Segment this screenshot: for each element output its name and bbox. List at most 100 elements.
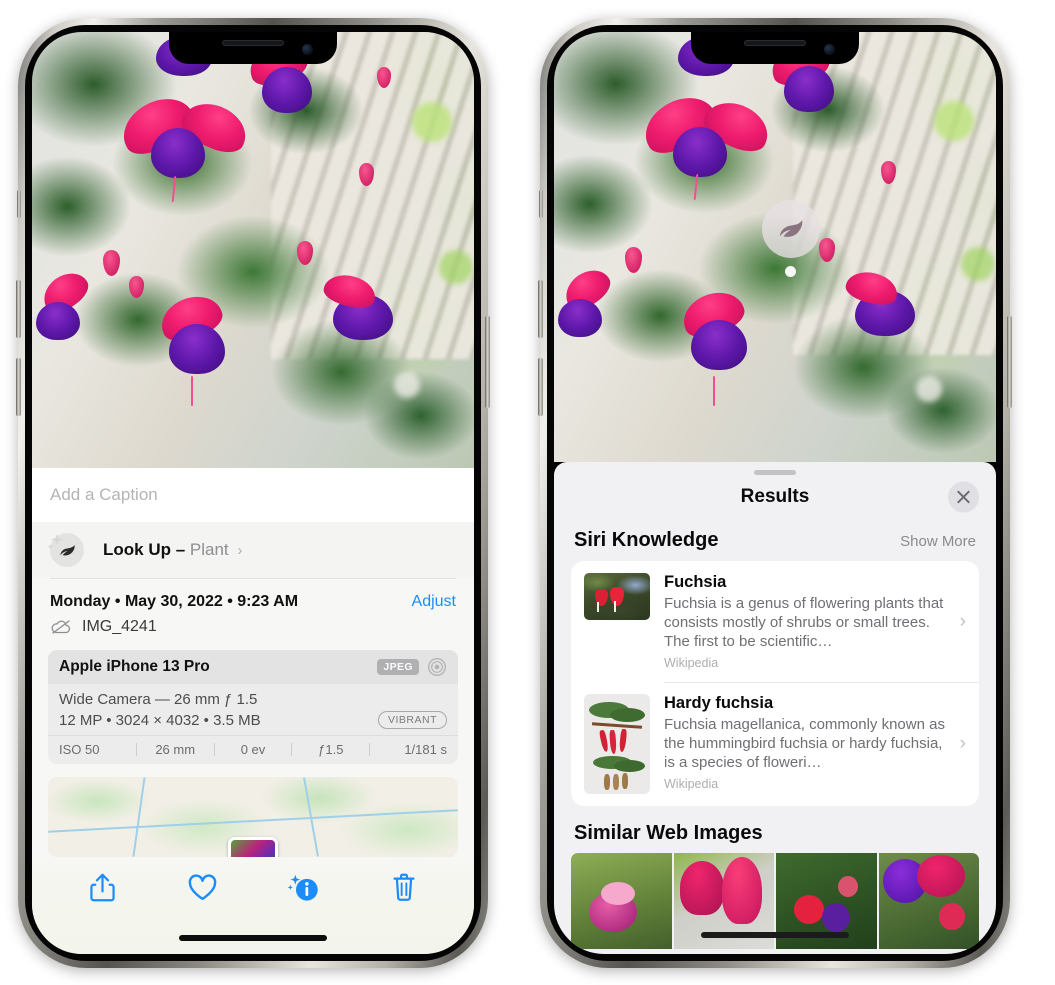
similar-images-title: Similar Web Images [574, 822, 763, 845]
stat-focal: 26 mm [155, 742, 196, 757]
location-map[interactable] [48, 777, 458, 857]
similar-image-thumb[interactable] [878, 853, 979, 950]
photo-viewer-right[interactable] [554, 32, 996, 462]
stat-ev: 0 ev [240, 742, 266, 757]
knowledge-source: Wikipedia [664, 777, 719, 792]
photo-info-sheet: Add a Caption Look Up – Plant › Monday •… [32, 468, 474, 954]
close-icon [957, 490, 970, 504]
stat-iso: ISO 50 [59, 742, 100, 757]
front-camera [302, 44, 313, 55]
size-line: 12 MP • 3024 × 4032 • 3.5 MB [59, 711, 261, 729]
results-header: Results [554, 475, 996, 519]
look-up-row[interactable]: Look Up – Plant › [32, 522, 474, 578]
look-up-subject: Plant [189, 540, 229, 559]
knowledge-text: Fuchsia Fuchsia is a genus of flowering … [650, 573, 958, 670]
chevron-right-icon: › [237, 542, 243, 559]
bokeh [412, 101, 453, 142]
similar-image-thumb[interactable] [571, 853, 672, 950]
photo-toolbar [32, 858, 474, 954]
chevron-right-icon: › [959, 610, 966, 632]
visual-lookup-dot [785, 266, 796, 277]
caption-input[interactable]: Add a Caption [32, 468, 474, 522]
earpiece-speaker [744, 40, 806, 46]
results-sheet: Results Siri Knowledge Show More Fuchsia… [554, 462, 996, 954]
map-road [48, 809, 458, 833]
camera-info-card[interactable]: Apple iPhone 13 Pro JPEG Wide Camera — 2… [48, 650, 458, 764]
iphone-right: Results Siri Knowledge Show More Fuchsia… [538, 18, 1012, 968]
chevron-right-icon: › [959, 733, 966, 755]
photo-date: Monday • May 30, 2022 • 9:23 AM [50, 593, 299, 610]
knowledge-source: Wikipedia [664, 656, 719, 671]
bokeh [934, 100, 975, 141]
flower-core [691, 320, 748, 371]
knowledge-item-fuchsia[interactable]: Fuchsia Fuchsia is a genus of flowering … [571, 561, 979, 682]
knowledge-item-hardy-fuchsia[interactable]: Hardy fuchsia Fuchsia magellanica, commo… [571, 682, 979, 806]
adjust-button[interactable]: Adjust [412, 593, 456, 611]
power-button-right[interactable] [1007, 316, 1012, 408]
home-indicator[interactable] [701, 932, 849, 938]
flower-core [151, 127, 206, 178]
notch-right [691, 32, 859, 64]
volume-down-button-left[interactable] [16, 358, 21, 416]
stat-shutter: 1/181 s [404, 742, 447, 757]
screen-left: Add a Caption Look Up – Plant › Monday •… [32, 32, 474, 954]
heart-icon[interactable] [187, 873, 218, 902]
siri-knowledge-title: Siri Knowledge [574, 529, 719, 551]
siri-knowledge-header: Siri Knowledge Show More [554, 519, 996, 561]
sparkles-icon [47, 534, 63, 550]
screen-right: Results Siri Knowledge Show More Fuchsia… [554, 32, 996, 954]
foliage [32, 32, 474, 468]
knowledge-description: Fuchsia magellanica, commonly known as t… [664, 716, 945, 772]
map-photo-pin [228, 837, 278, 857]
trash-icon[interactable] [391, 872, 417, 903]
home-indicator[interactable] [179, 935, 327, 941]
flower-bud [376, 66, 391, 88]
knowledge-text: Hardy fuchsia Fuchsia magellanica, commo… [650, 694, 958, 791]
info-sparkle-icon[interactable] [288, 873, 320, 903]
front-camera [824, 44, 835, 55]
lens-line: Wide Camera — 26 mm ƒ 1.5 [59, 691, 258, 708]
format-badge: JPEG [377, 659, 419, 675]
date-block: Monday • May 30, 2022 • 9:23 AM Adjust I… [32, 579, 474, 648]
mute-switch-left[interactable] [17, 190, 21, 218]
show-more-button[interactable]: Show More [900, 533, 976, 550]
flower-core [783, 66, 834, 113]
volume-up-button-left[interactable] [16, 280, 21, 338]
photo-viewer-left[interactable] [32, 32, 474, 468]
earpiece-speaker [222, 40, 284, 46]
icloud-slash-icon [51, 620, 71, 634]
look-up-text: Look Up – [103, 540, 186, 559]
bokeh [960, 247, 995, 281]
camera-model: Apple iPhone 13 Pro [59, 658, 210, 675]
stat-aperture: ƒ1.5 [318, 742, 344, 757]
volume-down-button-right[interactable] [538, 358, 543, 416]
camera-model-row: Apple iPhone 13 Pro JPEG [48, 650, 458, 684]
map-road [132, 777, 146, 857]
exposure-stats-row: ISO 50 26 mm 0 ev ƒ1.5 1/181 s [48, 735, 458, 764]
bokeh [438, 250, 473, 284]
camera-detail-rows: Wide Camera — 26 mm ƒ 1.5 12 MP • 3024 ×… [48, 684, 458, 735]
flower-core [169, 324, 226, 375]
volume-up-button-right[interactable] [538, 280, 543, 338]
notch-left [169, 32, 337, 64]
power-button-left[interactable] [485, 316, 490, 408]
knowledge-description: Fuchsia is a genus of flowering plants t… [664, 595, 944, 651]
screenshot-stage: Add a Caption Look Up – Plant › Monday •… [0, 0, 1055, 985]
aperture-icon [428, 658, 446, 676]
flower-stamen [191, 376, 194, 407]
knowledge-title: Fuchsia [664, 573, 727, 591]
iphone-left: Add a Caption Look Up – Plant › Monday •… [16, 18, 490, 968]
mute-switch-right[interactable] [539, 190, 543, 218]
similar-images-header: Similar Web Images [554, 806, 996, 853]
results-title: Results [740, 486, 810, 507]
look-up-label: Look Up – Plant › [103, 540, 242, 560]
siri-knowledge-card: Fuchsia Fuchsia is a genus of flowering … [571, 561, 979, 807]
close-button[interactable] [948, 481, 979, 513]
flower-core [261, 66, 312, 113]
file-name: IMG_4241 [82, 618, 157, 635]
knowledge-title: Hardy fuchsia [664, 694, 774, 713]
flower-core [36, 302, 81, 341]
visual-lookup-badge[interactable] [762, 200, 820, 258]
share-icon[interactable] [89, 872, 116, 903]
flower-stamen [713, 376, 716, 406]
